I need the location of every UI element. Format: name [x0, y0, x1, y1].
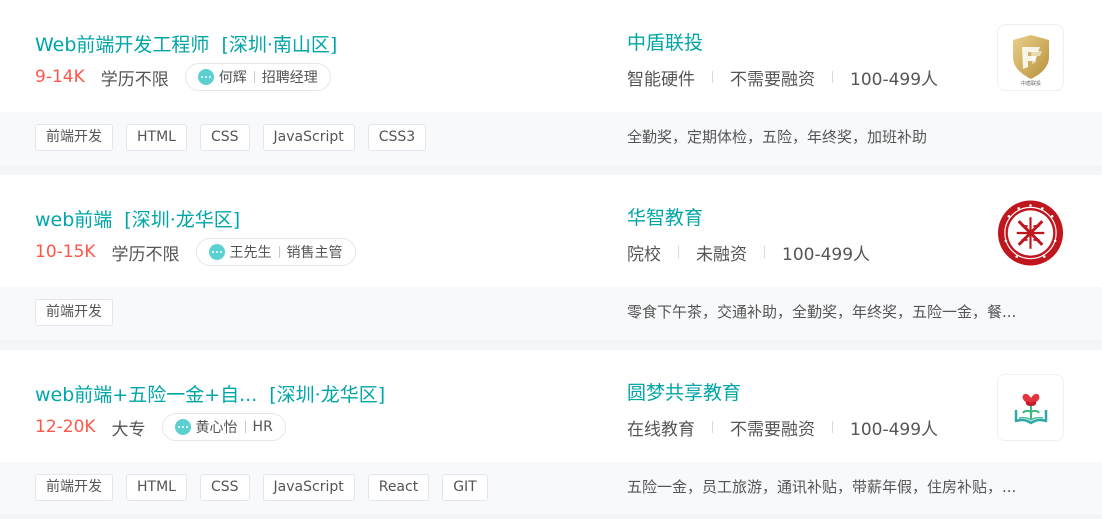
divider	[712, 71, 713, 83]
job-card-primary: web前端 [深圳·龙华区] 10-15K 学历不限 王先生 销售主管 华智教育 …	[0, 175, 1102, 287]
company-info: 院校 未融资 100-499人	[627, 238, 870, 266]
job-info: 10-15K 学历不限 王先生 销售主管	[35, 238, 356, 266]
company-industry: 院校	[627, 244, 661, 265]
recruiter-chat-button[interactable]: 王先生 销售主管	[195, 238, 356, 266]
recruiter-name: 黄心怡	[195, 420, 238, 436]
chat-bubble-icon	[174, 419, 191, 435]
job-education: 学历不限	[111, 244, 180, 265]
company-size: 100-499人	[850, 69, 939, 90]
welfare-text: 全勤奖，定期体检，五险，年终奖，加班补助	[627, 128, 928, 146]
recruiter-role: 招聘经理	[261, 70, 318, 86]
skill-tag: 前端开发	[35, 124, 113, 151]
skill-tag: HTML	[126, 124, 187, 151]
company-logo[interactable]	[997, 374, 1064, 441]
company-size: 100-499人	[850, 419, 939, 440]
job-card-footer: 前端开发 HTML CSS JavaScript React GIT 五险一金，…	[0, 462, 1102, 515]
company-info: 在线教育 不需要融资 100-499人	[627, 413, 938, 441]
skill-tags: 前端开发 HTML CSS JavaScript React GIT	[35, 474, 501, 501]
skill-tags: 前端开发	[35, 299, 126, 326]
company-info: 智能硬件 不需要融资 100-499人	[627, 63, 938, 91]
job-list: Web前端开发工程师 [深圳·南山区] 9-14K 学历不限 何辉 招聘经理 中盾…	[0, 0, 1102, 519]
job-card[interactable]: web前端+五险一金+自... [深圳·龙华区] 12-20K 大专 黄心怡 HR…	[0, 350, 1102, 515]
divider	[678, 246, 679, 258]
red-seal-logo-icon	[997, 199, 1064, 266]
company-name-link[interactable]: 圆梦共享教育	[627, 378, 741, 405]
job-card-footer: 前端开发 零食下午茶，交通补助，全勤奖，年终奖，五险一金，餐...	[0, 287, 1102, 340]
company-financing: 不需要融资	[730, 419, 815, 440]
book-flower-logo-icon	[1014, 393, 1047, 424]
company-size: 100-499人	[782, 244, 871, 265]
divider	[278, 246, 280, 258]
shield-logo-icon: 中盾联投	[1012, 34, 1049, 87]
chat-bubble-icon	[208, 244, 225, 260]
divider	[712, 421, 713, 433]
skill-tags: 前端开发 HTML CSS JavaScript CSS3	[35, 124, 439, 151]
recruiter-name: 王先生	[229, 245, 272, 261]
job-education: 大专	[111, 419, 146, 440]
job-title[interactable]: web前端+五险一金+自...	[35, 384, 257, 406]
divider	[253, 71, 255, 83]
job-card-primary: Web前端开发工程师 [深圳·南山区] 9-14K 学历不限 何辉 招聘经理 中盾…	[0, 0, 1102, 112]
svg-text:中盾联投: 中盾联投	[1020, 80, 1040, 87]
company-logo[interactable]: 中盾联投	[997, 24, 1064, 91]
job-title-link[interactable]: Web前端开发工程师 [深圳·南山区]	[35, 30, 337, 57]
recruiter-name: 何辉	[218, 70, 247, 86]
job-info: 9-14K 学历不限 何辉 招聘经理	[35, 63, 331, 91]
recruiter-chat-button[interactable]: 何辉 招聘经理	[184, 63, 331, 91]
company-industry: 智能硬件	[627, 69, 695, 90]
company-name-link[interactable]: 中盾联投	[627, 28, 703, 55]
job-area: [深圳·龙华区]	[124, 209, 241, 231]
divider	[244, 421, 246, 433]
job-title-link[interactable]: web前端+五险一金+自... [深圳·龙华区]	[35, 380, 385, 407]
company-financing: 不需要融资	[730, 69, 815, 90]
job-salary: 9-14K	[35, 67, 85, 87]
recruiter-role: HR	[252, 419, 273, 435]
skill-tag: React	[367, 474, 430, 501]
job-salary: 12-20K	[35, 417, 96, 437]
company-name-link[interactable]: 华智教育	[627, 203, 703, 230]
divider	[832, 71, 833, 83]
skill-tag: 前端开发	[35, 299, 113, 326]
recruiter-role: 销售主管	[286, 245, 343, 261]
skill-tag: CSS3	[367, 124, 427, 151]
job-area: [深圳·龙华区]	[269, 384, 386, 406]
job-info: 12-20K 大专 黄心怡 HR	[35, 413, 286, 441]
job-education: 学历不限	[100, 69, 169, 90]
company-logo[interactable]	[997, 199, 1064, 266]
skill-tag: GIT	[442, 474, 488, 501]
skill-tag: CSS	[199, 124, 250, 151]
company-industry: 在线教育	[627, 419, 695, 440]
divider	[764, 246, 765, 258]
company-financing: 未融资	[696, 244, 747, 265]
job-title-link[interactable]: web前端 [深圳·龙华区]	[35, 205, 240, 232]
skill-tag: JavaScript	[262, 474, 355, 501]
job-card-primary: web前端+五险一金+自... [深圳·龙华区] 12-20K 大专 黄心怡 HR…	[0, 350, 1102, 462]
welfare-text: 零食下午茶，交通补助，全勤奖，年终奖，五险一金，餐...	[627, 303, 1017, 321]
divider	[832, 421, 833, 433]
skill-tag: HTML	[126, 474, 187, 501]
skill-tag: CSS	[199, 474, 250, 501]
skill-tag: 前端开发	[35, 474, 113, 501]
recruiter-chat-button[interactable]: 黄心怡 HR	[161, 413, 286, 441]
welfare-text: 五险一金，员工旅游，通讯补贴，带薪年假，住房补贴，...	[627, 478, 1017, 496]
chat-bubble-icon	[197, 69, 214, 85]
job-title[interactable]: Web前端开发工程师	[35, 34, 209, 56]
job-area: [深圳·南山区]	[221, 34, 338, 56]
skill-tag: JavaScript	[262, 124, 355, 151]
job-card-footer: 前端开发 HTML CSS JavaScript CSS3 全勤奖，定期体检，五…	[0, 112, 1102, 165]
job-title[interactable]: web前端	[35, 209, 112, 231]
job-card[interactable]: web前端 [深圳·龙华区] 10-15K 学历不限 王先生 销售主管 华智教育 …	[0, 175, 1102, 340]
job-salary: 10-15K	[35, 242, 96, 262]
job-card[interactable]: Web前端开发工程师 [深圳·南山区] 9-14K 学历不限 何辉 招聘经理 中盾…	[0, 0, 1102, 165]
